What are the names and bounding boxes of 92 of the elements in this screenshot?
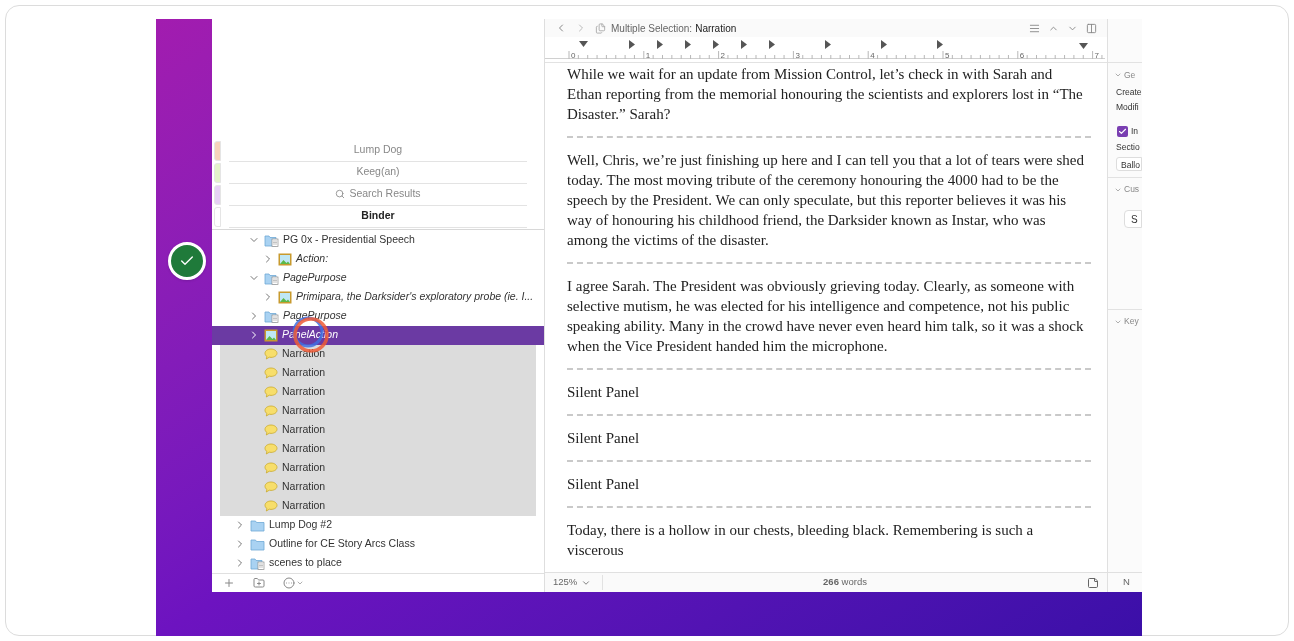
speech-bubble-icon (264, 367, 278, 380)
ruler-number: 3 (795, 51, 801, 61)
picture-icon (278, 252, 292, 266)
binder-item-label: Narration (282, 441, 326, 457)
binder-row[interactable]: Lump Dog #2 (212, 515, 544, 535)
folder-icon (250, 518, 265, 532)
binder-item-label: Primipara, the Darksider's exploratory probe (ie. I... (296, 289, 534, 305)
ruler-number: 4 (870, 51, 876, 61)
folder-document-icon (264, 309, 279, 323)
binder-row[interactable]: Primipara, the Darksider's exploratory probe (ie. I... (212, 287, 544, 307)
word-count: 266 words (822, 575, 868, 590)
speech-bubble-icon (264, 443, 278, 456)
split-view-icon[interactable] (1086, 22, 1097, 34)
picture-icon (278, 290, 292, 304)
folder-document-icon (264, 271, 279, 285)
checkmark-icon (1118, 126, 1127, 136)
binder-row[interactable]: Action: (212, 249, 544, 269)
chevron-down-icon[interactable] (1114, 71, 1122, 79)
menu-icon[interactable] (1029, 22, 1040, 34)
binder-item-label: PG 0x - Presidential Speech (283, 232, 415, 248)
binder-row[interactable]: PagePurpose (212, 306, 544, 326)
binder-item-label: Narration (282, 346, 326, 362)
picture-icon (264, 328, 278, 342)
checkbox[interactable] (1117, 125, 1128, 137)
section-type-field[interactable]: Ballo (1116, 156, 1142, 171)
binder-item-label: Narration (282, 422, 326, 438)
binder-item-label: Narration (282, 479, 326, 495)
ruler-number: 0 (571, 51, 577, 61)
speech-bubble-icon (264, 348, 278, 361)
binder-item-label: Narration (282, 460, 326, 476)
zoom-dropdown[interactable]: 125% (553, 575, 603, 590)
speech-bubble-icon (264, 386, 278, 399)
binder-item-label: Narration (282, 403, 326, 419)
binder-row[interactable]: Outline for CE Story Arcs Class (212, 534, 544, 554)
narration-paragraph: Silent Panel (567, 429, 641, 448)
narration-paragraph: Silent Panel (567, 475, 641, 494)
narration-paragraph: I agree Sarah. The President was obviously grieving today. Clearly, as someone with selective mutism, he was elected for his intelligence and competence, not his public speaking ability. Many in the crowd have never even heard him talk, so it was a shock when the Vice President handed him the microphone. (567, 277, 1085, 356)
binder-row[interactable]: scenes to place (212, 553, 544, 573)
binder-item-label: Action: (296, 251, 329, 267)
collection-tab-color[interactable] (214, 162, 221, 183)
collection-tab[interactable]: Lump Dog (229, 139, 527, 162)
checkbox-label: In (1131, 125, 1139, 138)
binder-item-label: Outline for CE Story Arcs Class (269, 536, 415, 552)
binder-item-label: scenes to place (269, 555, 342, 571)
binder-item-label: Narration (282, 498, 326, 514)
ellipsis-circle-icon (283, 576, 295, 589)
section-title[interactable]: Key (1124, 315, 1139, 328)
footer-label: N (1123, 575, 1130, 590)
note-icon[interactable] (1087, 576, 1099, 589)
folder-document-icon (250, 556, 265, 570)
collection-tab-color[interactable] (214, 140, 221, 161)
speech-bubble-icon (264, 481, 278, 494)
field-label: Sectio (1115, 140, 1141, 154)
metadata-label: Create (1115, 87, 1142, 98)
narration-paragraph: While we wait for an update from Mission Control, let’s check in with Sarah and Ethan reporting from the memorial honouring the scientists and explorers lost in “The Disaster.” Sarah? (567, 65, 1084, 124)
ruler-number: 5 (945, 51, 951, 61)
folder-document-icon (264, 233, 279, 247)
speech-bubble-icon (264, 500, 278, 513)
collection-tab-color[interactable] (214, 184, 221, 205)
section-title[interactable]: Ge (1124, 68, 1136, 82)
metadata-label: Modifi (1115, 102, 1140, 113)
settings-button[interactable]: S (1124, 209, 1142, 228)
documents-icon (595, 22, 606, 34)
speech-bubble-icon (264, 405, 278, 418)
ruler-number: 6 (1019, 51, 1026, 61)
ruler-number: 7 (1094, 51, 1101, 61)
new-folder-icon[interactable] (253, 576, 265, 589)
add-icon[interactable] (223, 576, 235, 589)
binder-row[interactable]: PagePurpose (212, 268, 544, 288)
search-icon (335, 189, 346, 200)
folder-icon (250, 537, 265, 551)
collection-tab-color[interactable] (214, 206, 221, 227)
collection-tab[interactable]: Keeg(an) (229, 161, 527, 184)
section-title[interactable]: Cus (1124, 183, 1140, 196)
editor-header-prefix: Multiple Selection: (611, 21, 693, 36)
binder-item-label: Narration (282, 384, 326, 400)
collection-tab[interactable]: Binder (229, 205, 527, 228)
binder-item-label: PagePurpose (283, 308, 347, 324)
ruler-number: 2 (720, 51, 727, 61)
collection-tab[interactable]: Search Results (229, 183, 527, 206)
binder-item-label: PagePurpose (283, 270, 347, 286)
narration-paragraph: Well, Chris, we’re just finishing up here and I can tell you that a lot of tears were shed today. The most moving tribute of the ceremony honouring the 4000 had to be the speech by the President. We can only speculate, but this reporter believes it was his way of honouring his childhood friend, the Darksider known as Instar, who was among the victims of the disaster. (567, 151, 1085, 250)
editor-header-title: Narration (695, 21, 737, 36)
ruler-number: 1 (645, 51, 652, 61)
more-options-button[interactable] (283, 576, 304, 589)
binder-row[interactable]: PG 0x - Presidential Speech (212, 230, 544, 250)
binder-item-label: Lump Dog #2 (269, 517, 333, 533)
narration-paragraph: Today, there is a hollow in our chests, bleeding black. Remembering is such a viscerous (567, 521, 1035, 560)
narration-paragraph: Silent Panel (567, 383, 641, 402)
speech-bubble-icon (264, 462, 278, 475)
binder-item-label: Narration (282, 365, 326, 381)
speech-bubble-icon (264, 424, 278, 437)
